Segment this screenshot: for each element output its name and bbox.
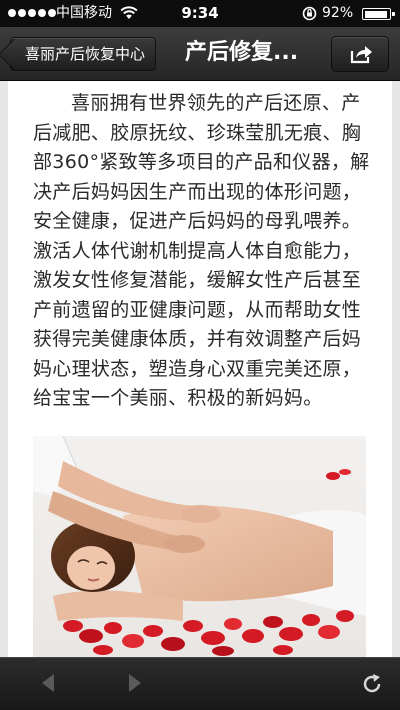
battery-percent: 92% [322,5,354,21]
navigation-bar: 喜丽产后恢复中心 产后修复... [0,27,400,81]
page-title: 产后修复... [185,40,299,65]
arrow-left-icon[interactable] [38,672,58,694]
arrow-right-icon[interactable] [125,672,145,694]
article-paragraph: 喜丽拥有世界领先的产后还原、产后减肥、胶原抚纹、珍珠莹肌无痕、胸部360°紧致等… [33,92,370,409]
reload-icon[interactable] [360,672,384,696]
battery-icon [362,8,395,20]
content-edge-right [392,81,400,657]
rotation-lock-icon [302,6,317,21]
content-edge-left [0,81,8,657]
web-content[interactable]: 喜丽拥有世界领先的产后还原、产后减肥、胶原抚纹、珍珠莹肌无痕、胸部360°紧致等… [0,81,400,657]
massage-illustration [33,436,366,657]
back-button-label: 喜丽产后恢复中心 [25,45,146,63]
share-button[interactable] [331,36,389,72]
share-icon [350,46,372,64]
massage-photo [33,436,366,657]
browser-toolbar [0,657,400,710]
status-bar: 中国移动 9:34 92% [0,0,400,27]
back-button[interactable]: 喜丽产后恢复中心 [10,37,157,71]
